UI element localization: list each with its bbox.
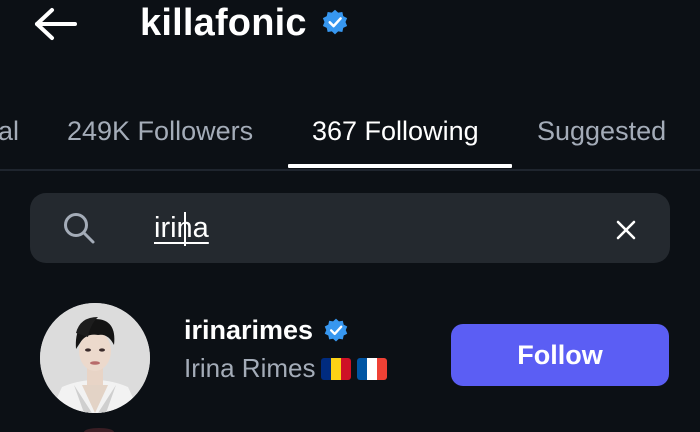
list-item[interactable]: irinarimes Irina Rimes Follow	[0, 295, 700, 420]
tabs-divider	[0, 169, 700, 171]
search-icon	[64, 213, 95, 244]
verified-badge-icon	[324, 318, 348, 342]
clear-search-button[interactable]	[610, 214, 642, 246]
arrow-left-icon	[35, 8, 77, 40]
next-avatar-partial	[84, 428, 114, 432]
following-screen: killafonic al 249K Followers 367 Followi…	[0, 0, 700, 432]
tab-mutual[interactable]: al	[0, 96, 19, 166]
france-flag-icon	[357, 357, 388, 380]
verified-badge-icon	[322, 9, 347, 35]
fullname-line: Irina Rimes	[184, 353, 388, 384]
romania-flag-icon	[321, 357, 352, 380]
back-button[interactable]	[28, 4, 80, 44]
profile-header: killafonic	[140, 0, 349, 46]
text-caret	[184, 212, 186, 246]
username[interactable]: irinarimes	[184, 315, 313, 346]
avatar-photo	[40, 303, 150, 413]
follow-tabs: al 249K Followers 367 Following Suggeste…	[0, 96, 700, 170]
search-bar[interactable]	[30, 193, 670, 263]
tab-suggested[interactable]: Suggested	[537, 96, 666, 166]
close-icon	[616, 220, 636, 240]
page-title: killafonic	[140, 1, 307, 44]
search-input[interactable]	[154, 207, 574, 249]
follow-button[interactable]: Follow	[451, 324, 669, 386]
avatar[interactable]	[40, 303, 150, 413]
full-name: Irina Rimes	[184, 353, 316, 383]
tab-followers[interactable]: 249K Followers	[67, 96, 253, 166]
username-line: irinarimes	[184, 315, 349, 346]
tab-following[interactable]: 367 Following	[312, 96, 479, 166]
active-tab-indicator	[288, 164, 512, 168]
